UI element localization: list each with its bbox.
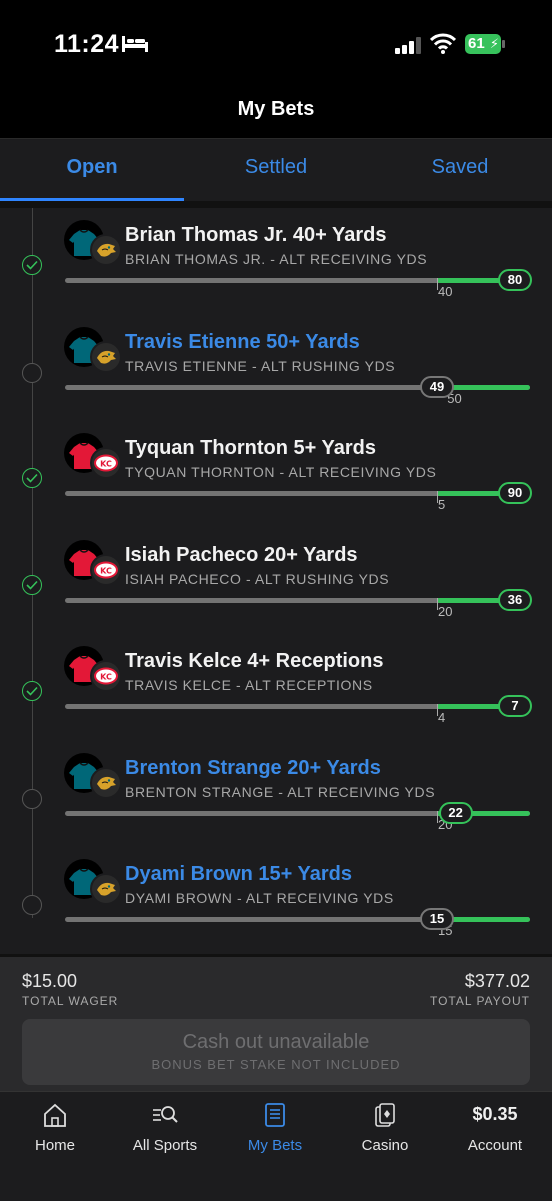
cards-icon [375,1103,395,1127]
leg-pending-circle-icon [22,788,42,809]
status-time: 11:24 [54,30,120,58]
nav-my-bets-label: My Bets [247,1137,303,1154]
leg-pending-circle-icon [22,362,42,383]
nav-casino[interactable]: Casino [330,1092,440,1162]
nav-all-sports-label: All Sports [132,1137,198,1154]
battery-indicator: 61 ⚡ [465,34,501,54]
bet-leg-row[interactable]: KC Travis Kelce 4+ Receptions TRAVIS KELCE… [0,634,552,740]
leg-won-check-icon [22,255,42,275]
leg-market: TYQUAN THORNTON - ALT RECEIVING YDS [125,464,437,480]
leg-pending-circle-icon [22,895,42,915]
current-value-pill: 90 [498,482,532,504]
bottom-nav: Home All Sports My Bets Casino $0.35 Acc… [0,1091,552,1201]
cash-out-button[interactable]: Cash out unavailable BONUS BET STAKE NOT… [22,1019,530,1085]
nav-account-label: Account [467,1137,523,1154]
bet-leg-row[interactable]: Travis Etienne 50+ Yards TRAVIS ETIENNE -… [0,315,552,421]
bet-summary: $15.00 TOTAL WAGER $377.02 TOTAL PAYOUT … [0,957,552,1091]
target-value: 40 [438,284,453,299]
leg-title: Travis Kelce 4+ Receptions [125,650,384,672]
leg-title: Travis Etienne 50+ Yards [125,330,360,353]
page-header: My Bets [0,90,552,138]
leg-title: Isiah Pacheco 20+ Yards [125,543,358,566]
current-value-pill: 7 [498,695,532,717]
leg-title: Brian Thomas Jr. 40+ Yards [125,224,387,246]
leg-market: TRAVIS KELCE - ALT RECEPTIONS [125,677,373,693]
nav-account[interactable]: $0.35 Account [440,1092,550,1162]
current-value-pill: 49 [420,375,454,398]
target-value: 4 [438,710,446,725]
cash-out-title: Cash out unavailable [182,1031,370,1053]
svg-text:KC: KC [100,673,112,682]
bet-leg-row[interactable]: Dyami Brown 15+ Yards DYAMI BROWN - ALT R… [0,847,552,953]
progress-target-zone [446,384,530,390]
bet-leg-row[interactable]: KC Tyquan Thornton 5+ Yards TYQUAN THORNTO… [0,421,552,527]
status-bar: 11:24 61 ⚡ [0,0,552,90]
leg-market: TRAVIS ETIENNE - ALT RUSHING YDS [125,357,396,374]
chiefs-logo-icon: KC [90,553,122,586]
nav-home[interactable]: Home [0,1092,110,1162]
total-wager-amount: $15.00 [22,971,78,991]
bet-legs-list[interactable]: Brian Thomas Jr. 40+ Yards BRIAN THOMAS J… [0,208,552,954]
wifi-icon [430,33,456,54]
search-sports-icon [153,1106,178,1123]
leg-market: BRIAN THOMAS JR. - ALT RECEIVING YDS [125,251,428,267]
nav-home-label: Home [34,1137,75,1154]
leg-market: ISIAH PACHECO - ALT RUSHING YDS [125,570,390,587]
svg-text:KC: KC [100,460,112,469]
bet-slip-icon [265,1103,285,1127]
active-tab-indicator [0,198,184,201]
page-title: My Bets [237,98,315,120]
leg-won-check-icon [22,681,42,701]
nav-all-sports[interactable]: All Sports [110,1092,220,1162]
cash-out-subtitle: BONUS BET STAKE NOT INCLUDED [151,1057,401,1072]
current-value-pill: 80 [498,269,532,291]
total-wager-label: TOTAL WAGER [22,994,119,1008]
jaguars-logo-icon [90,766,122,799]
battery-level: 61 [468,35,485,52]
leg-won-check-icon [22,574,42,595]
current-value-pill: 22 [438,801,473,824]
bet-leg-row[interactable]: Brenton Strange 20+ Yards BRENTON STRANGE… [0,741,552,847]
bet-leg-row[interactable]: Brian Thomas Jr. 40+ Yards BRIAN THOMAS J… [0,208,552,314]
battery-nub [502,40,505,48]
jaguars-logo-icon [90,873,122,905]
jaguars-logo-icon [90,234,122,266]
nav-casino-label: Casino [361,1137,409,1154]
total-payout-label: TOTAL PAYOUT [429,994,530,1008]
svg-text:KC: KC [100,566,112,575]
account-balance: $0.35 [472,1104,518,1124]
current-value-pill: 15 [420,908,454,930]
leg-title: Dyami Brown 15+ Yards [125,863,352,885]
bet-leg-row[interactable]: KC Isiah Pacheco 20+ Yards ISIAH PACHECO -… [0,528,552,634]
chiefs-logo-icon: KC [90,660,122,692]
jaguars-logo-icon [90,340,122,373]
leg-title: Tyquan Thornton 5+ Yards [125,437,376,459]
cellular-signal-icon [395,37,421,54]
bed-icon [122,36,148,52]
target-value: 5 [438,497,446,512]
home-icon [44,1103,66,1127]
bet-tabs: Open Settled Saved [0,138,552,201]
leg-market: BRENTON STRANGE - ALT RECEIVING YDS [125,783,436,800]
current-value-pill: 36 [498,588,532,611]
nav-my-bets[interactable]: My Bets [220,1092,330,1162]
charging-bolt-icon: ⚡ [489,36,499,51]
total-payout-amount: $377.02 [464,971,530,991]
chiefs-logo-icon: KC [90,447,122,479]
tab-open[interactable]: Open [0,139,184,201]
leg-market: DYAMI BROWN - ALT RECEIVING YDS [125,890,394,906]
leg-won-check-icon [22,468,42,488]
tab-saved[interactable]: Saved [368,139,552,201]
target-value: 20 [438,603,453,619]
tab-settled[interactable]: Settled [184,139,368,201]
leg-title: Brenton Strange 20+ Yards [125,756,381,779]
